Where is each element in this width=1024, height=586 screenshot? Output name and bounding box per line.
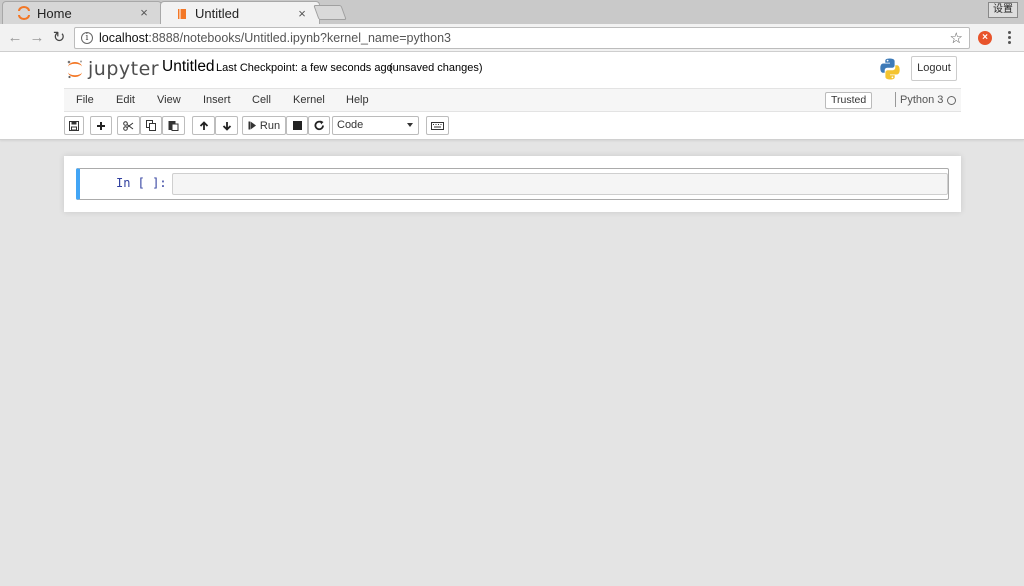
notebook-title[interactable]: Untitled xyxy=(162,58,215,76)
browser-menu-icon[interactable] xyxy=(1006,30,1012,46)
paste-button[interactable] xyxy=(162,116,185,135)
jupyter-header: jupyter Untitled Last Checkpoint: a few … xyxy=(0,52,1024,140)
jupyter-logo-icon xyxy=(66,59,84,79)
python-logo-icon xyxy=(878,57,902,81)
stop-icon xyxy=(292,121,302,130)
menu-insert[interactable]: Insert xyxy=(203,94,231,106)
tab-home-label: Home xyxy=(37,5,72,21)
arrow-down-icon xyxy=(222,121,231,131)
move-up-button[interactable] xyxy=(192,116,215,135)
tab-untitled-label: Untitled xyxy=(195,6,240,21)
jupyter-favicon-icon xyxy=(17,6,31,20)
cell-type-select[interactable]: Code xyxy=(332,116,419,135)
menu-file[interactable]: File xyxy=(76,94,94,106)
copy-icon xyxy=(145,120,156,131)
kernel-name[interactable]: Python 3 xyxy=(900,94,943,106)
notebook-container: In [ ]: xyxy=(64,156,961,212)
notebook-menubar: File Edit View Insert Cell Kernel Help T… xyxy=(64,88,961,112)
restart-icon xyxy=(314,120,324,131)
kernel-idle-icon xyxy=(947,96,956,105)
interrupt-button[interactable] xyxy=(286,116,308,135)
close-icon[interactable]: × xyxy=(295,6,309,21)
plus-icon xyxy=(97,121,105,130)
back-arrow-icon[interactable]: ← xyxy=(6,29,24,47)
unsaved-changes-indicator: (unsaved changes) xyxy=(389,62,483,74)
browser-tab-strip: Home × Untitled × 设置 xyxy=(0,0,1024,25)
forward-arrow-icon[interactable]: → xyxy=(28,29,46,47)
save-icon xyxy=(69,120,79,131)
move-down-button[interactable] xyxy=(215,116,238,135)
bookmark-star-icon[interactable]: ☆ xyxy=(950,29,963,47)
code-cell[interactable]: In [ ]: xyxy=(76,168,949,200)
cut-button[interactable] xyxy=(117,116,140,135)
url-text: localhost:8888/notebooks/Untitled.ipynb?… xyxy=(99,31,451,45)
jupyter-logo-text: jupyter xyxy=(88,58,160,80)
command-palette-button[interactable] xyxy=(426,116,449,135)
logout-button[interactable]: Logout xyxy=(911,56,957,81)
code-input-area[interactable] xyxy=(172,173,948,195)
url-path: :8888/notebooks/Untitled.ipynb?kernel_na… xyxy=(148,31,451,45)
address-bar[interactable]: i localhost:8888/notebooks/Untitled.ipyn… xyxy=(74,27,970,49)
browser-toolbar: ← → ↻ i localhost:8888/notebooks/Untitle… xyxy=(0,24,1024,52)
tab-untitled[interactable]: Untitled × xyxy=(160,1,320,25)
menu-kernel[interactable]: Kernel xyxy=(293,94,325,106)
keyboard-icon xyxy=(431,121,444,130)
restart-kernel-button[interactable] xyxy=(308,116,330,135)
jupyter-logo[interactable]: jupyter xyxy=(66,58,159,80)
insert-cell-button[interactable] xyxy=(90,116,112,135)
chevron-down-icon xyxy=(407,123,413,127)
info-icon[interactable]: i xyxy=(81,32,93,44)
url-host: localhost xyxy=(99,31,149,45)
new-tab-button[interactable] xyxy=(313,5,347,20)
run-button[interactable]: Run xyxy=(242,116,286,135)
trusted-indicator[interactable]: Trusted xyxy=(825,92,873,109)
window-badge[interactable]: 设置 xyxy=(988,2,1018,18)
step-forward-icon xyxy=(248,121,256,130)
tab-home[interactable]: Home × xyxy=(2,1,162,24)
menu-cell[interactable]: Cell xyxy=(252,94,271,106)
notebook-favicon-icon xyxy=(175,7,189,21)
input-prompt: In [ ]: xyxy=(116,176,167,190)
scissors-icon xyxy=(123,120,134,131)
kernel-separator xyxy=(895,92,896,107)
menu-help[interactable]: Help xyxy=(346,94,369,106)
paste-icon xyxy=(168,121,179,131)
extension-icon[interactable]: × xyxy=(978,31,992,45)
reload-icon[interactable]: ↻ xyxy=(50,29,68,47)
menu-view[interactable]: View xyxy=(157,94,181,106)
arrow-up-icon xyxy=(199,120,208,130)
copy-button[interactable] xyxy=(140,116,162,135)
run-label: Run xyxy=(259,119,281,132)
checkpoint-status: Last Checkpoint: a few seconds ago xyxy=(216,62,393,74)
cell-type-value: Code xyxy=(337,119,364,131)
save-button[interactable] xyxy=(64,116,84,135)
menu-edit[interactable]: Edit xyxy=(116,94,135,106)
close-icon[interactable]: × xyxy=(137,6,151,20)
